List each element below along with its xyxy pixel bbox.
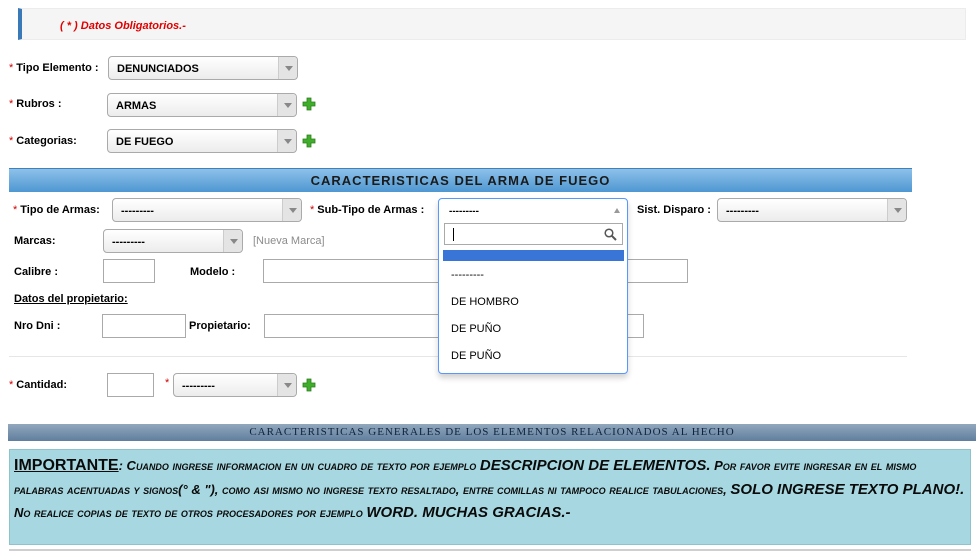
categorias-label: * Categorias: <box>9 135 77 147</box>
important-heading: IMPORTANTE <box>14 457 119 474</box>
unidad-select[interactable]: --------- <box>173 373 297 397</box>
cantidad-label: * Cantidad: <box>9 379 68 391</box>
add-rubro-icon[interactable] <box>302 97 316 111</box>
sist-disparo-label: Sist. Disparo : <box>637 204 711 216</box>
add-unidad-icon[interactable] <box>302 378 316 392</box>
subtipo-armas-dropdown[interactable]: --------- --------- DE HOMBRO DE PUÑO DE… <box>438 198 628 374</box>
tipo-elemento-label: * Tipo Elemento : <box>9 62 99 74</box>
sist-disparo-select[interactable]: --------- <box>717 198 907 222</box>
subtipo-armas-label: * Sub-Tipo de Armas : <box>310 204 425 216</box>
highlighted-option[interactable] <box>443 250 624 261</box>
bottom-divider <box>9 549 971 551</box>
chevron-up-icon <box>614 208 620 213</box>
dropdown-option[interactable]: --------- <box>451 269 484 281</box>
nro-dni-label: Nro Dni : <box>14 320 61 332</box>
subtipo-armas-select[interactable]: --------- <box>439 199 627 221</box>
search-icon <box>604 228 617 241</box>
categorias-value: DE FUEGO <box>116 136 174 148</box>
chevron-down-icon <box>223 230 242 252</box>
rubros-label: * Rubros : <box>9 98 62 110</box>
subtipo-armas-value: --------- <box>449 206 479 217</box>
marcas-label: Marcas: <box>14 235 56 247</box>
chevron-down-icon <box>278 57 297 79</box>
text-cursor <box>453 228 454 241</box>
dropdown-option[interactable]: DE PUÑO <box>451 350 501 362</box>
dropdown-search-input[interactable] <box>444 223 623 245</box>
chevron-down-icon <box>282 199 301 221</box>
calibre-label: Calibre : <box>14 266 59 278</box>
categorias-select[interactable]: DE FUEGO <box>107 129 297 153</box>
general-section-title: CARACTERISTICAS GENERALES DE LOS ELEMENT… <box>8 424 976 441</box>
dropdown-option[interactable]: DE HOMBRO <box>451 296 519 308</box>
unidad-required-mark: * <box>165 377 170 389</box>
required-fields-text: ( * ) Datos Obligatorios.- <box>60 20 186 32</box>
required-fields-notice: ( * ) Datos Obligatorios.- <box>18 8 966 40</box>
propietario-label: Propietario: <box>189 320 251 332</box>
add-categoria-icon[interactable] <box>302 134 316 148</box>
rubros-select[interactable]: ARMAS <box>107 93 297 117</box>
important-notice: IMPORTANTE: Cuando ingrese informacion e… <box>9 449 971 545</box>
tipo-elemento-value: DENUNCIADOS <box>117 63 199 75</box>
sist-disparo-value: --------- <box>726 205 759 217</box>
calibre-input[interactable] <box>103 259 155 283</box>
nro-dni-input[interactable] <box>102 314 186 338</box>
dropdown-option[interactable]: DE PUÑO <box>451 323 501 335</box>
tipo-armas-select[interactable]: --------- <box>112 198 302 222</box>
tipo-armas-value: --------- <box>121 205 154 217</box>
chevron-down-icon <box>887 199 906 221</box>
unidad-value: --------- <box>182 380 215 392</box>
chevron-down-icon <box>277 374 296 396</box>
chevron-down-icon <box>277 130 296 152</box>
marcas-value: --------- <box>112 236 145 248</box>
cantidad-input[interactable] <box>107 373 154 397</box>
marcas-select[interactable]: --------- <box>103 229 243 253</box>
tipo-armas-label: * Tipo de Armas: <box>13 204 100 216</box>
arma-section-title: CARACTERISTICAS DEL ARMA DE FUEGO <box>9 168 912 192</box>
tipo-elemento-select[interactable]: DENUNCIADOS <box>108 56 298 80</box>
rubros-value: ARMAS <box>116 100 157 112</box>
modelo-label: Modelo : <box>190 266 236 278</box>
propietario-heading: Datos del propietario: <box>14 293 128 305</box>
nueva-marca-link[interactable]: [Nueva Marca] <box>253 235 325 247</box>
chevron-down-icon <box>277 94 296 116</box>
